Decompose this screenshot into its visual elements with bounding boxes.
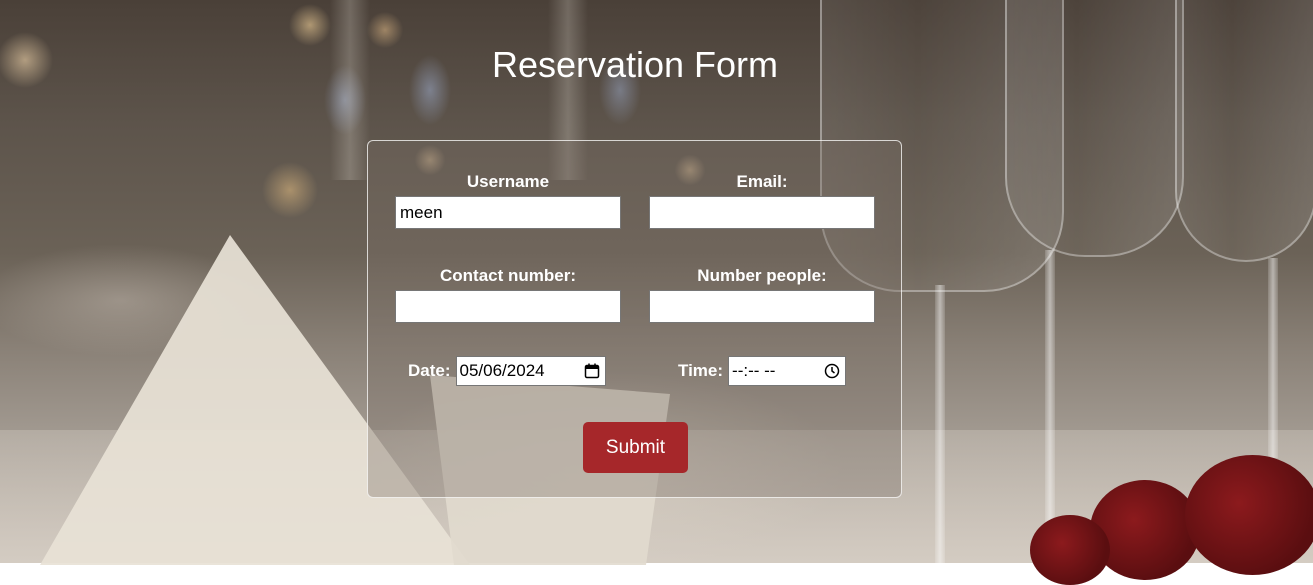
- username-label: Username: [466, 172, 550, 191]
- background-rose: [1185, 455, 1313, 575]
- page-title: Reservation Form: [491, 44, 779, 85]
- date-label: Date:: [408, 361, 451, 380]
- number-people-input[interactable]: [649, 290, 875, 323]
- reservation-form: Username Email: Contact number: Number p…: [367, 140, 902, 498]
- calendar-icon[interactable]: [584, 363, 600, 379]
- contact-number-input[interactable]: [395, 290, 621, 323]
- background-glass-stem: [1045, 250, 1055, 563]
- people-field-group: Number people:: [649, 266, 875, 323]
- background-light-column: [330, 0, 370, 180]
- background-rose: [1090, 480, 1200, 580]
- time-label: Time:: [678, 361, 724, 380]
- email-field-group: Email:: [649, 172, 875, 229]
- email-input[interactable]: [649, 196, 875, 229]
- username-input[interactable]: [395, 196, 621, 229]
- contact-number-label: Contact number:: [440, 266, 576, 285]
- date-value: 05/06/2024: [459, 361, 545, 380]
- date-field-group: Date: 05/06/2024: [408, 356, 606, 386]
- clock-icon[interactable]: [824, 363, 840, 379]
- submit-button[interactable]: Submit: [583, 422, 688, 473]
- time-input[interactable]: --:-- --: [728, 356, 847, 386]
- background-glass-stem: [935, 285, 945, 563]
- background-wine-glass: [1175, 0, 1313, 262]
- number-people-label: Number people:: [697, 266, 827, 285]
- time-value: --:-- --: [732, 361, 776, 380]
- background-rose: [1030, 515, 1110, 585]
- background-wine-glass: [1005, 0, 1184, 257]
- time-field-group: Time: --:-- --: [678, 356, 847, 386]
- date-input[interactable]: 05/06/2024: [455, 356, 606, 386]
- background-glass-stem: [1268, 258, 1278, 458]
- username-field-group: Username: [395, 172, 621, 229]
- email-label: Email:: [736, 172, 788, 191]
- contact-field-group: Contact number:: [395, 266, 621, 323]
